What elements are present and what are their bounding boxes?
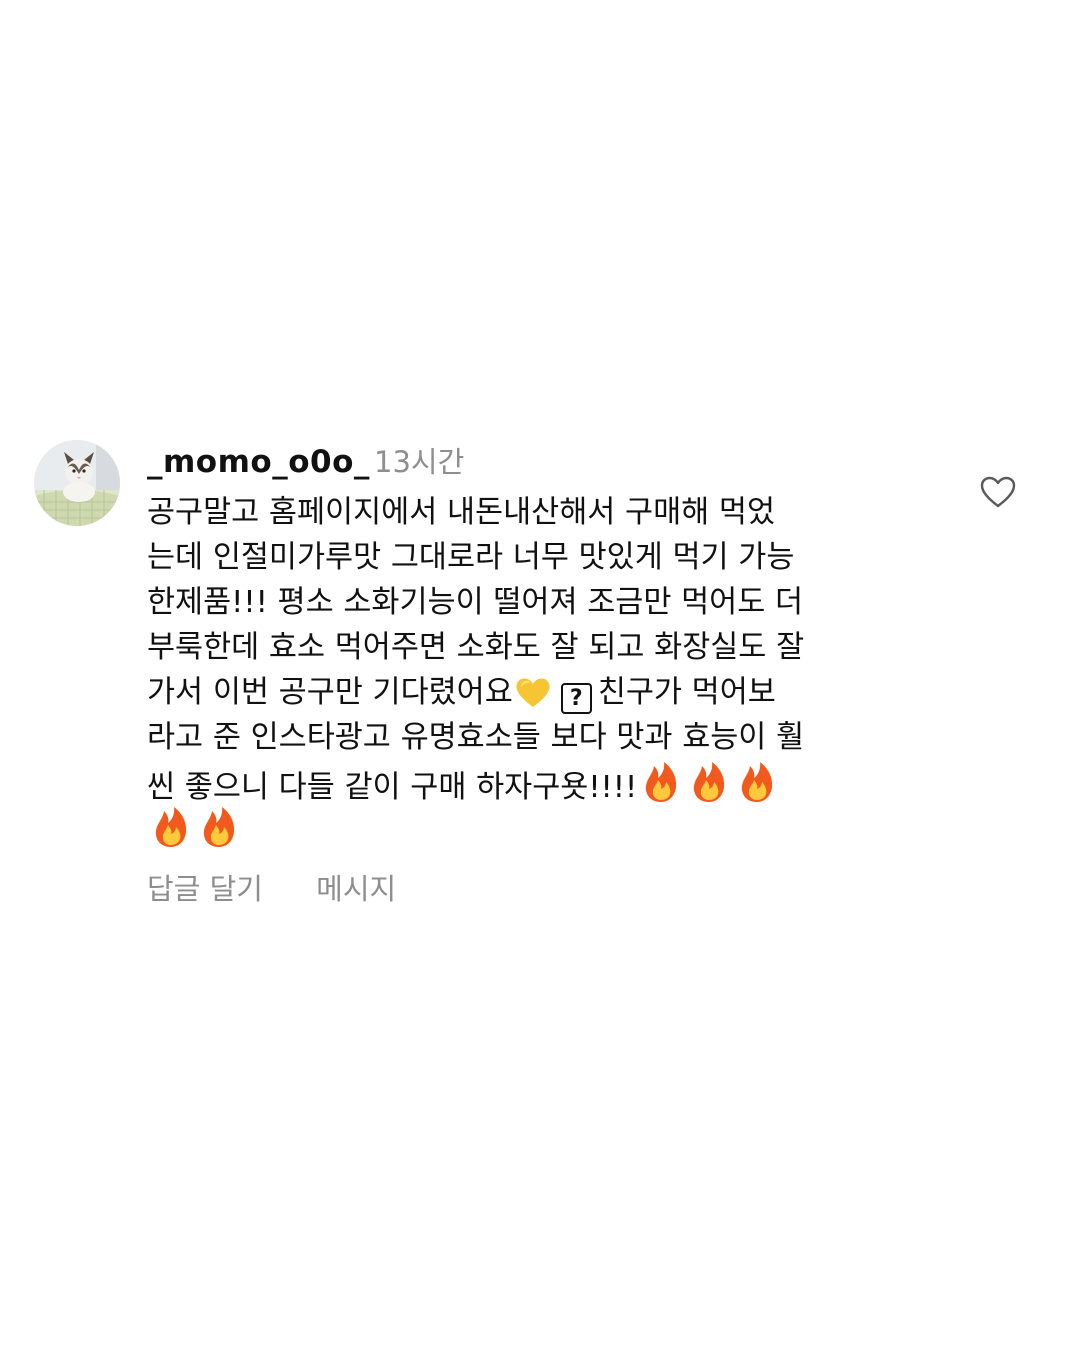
comment-text-segment: 친구가 먹어보 <box>597 675 776 710</box>
comment-line: 한제품!!! 평소 소화기능이 떨어져 조금만 먹어도 더 <box>147 585 804 620</box>
comment-line: 공구말고 홈페이지에서 내돈내산해서 구매해 먹었 <box>147 495 776 530</box>
comment-text-segment: 가서 이번 공구만 기다렸어요 <box>147 675 513 710</box>
comment-text-segment: 씬 좋으니 다들 같이 구매 하자구욧!!!! <box>147 770 638 805</box>
fire-emoji-icon <box>687 760 731 817</box>
fire-emoji-icon <box>149 805 193 862</box>
unknown-glyph-icon: ? <box>560 683 592 714</box>
comment-actions: 답글 달기 메시지 <box>147 869 396 909</box>
comment-line: 는데 인절미가루맛 그대로라 너무 맛있게 먹기 가능 <box>147 540 795 575</box>
username[interactable]: _momo_o0o_ <box>147 444 370 480</box>
comment-line: 라고 준 인스타광고 유명효소들 보다 맛과 효능이 훨 <box>147 720 805 755</box>
comment-line-with-emoji: 씬 좋으니 다들 같이 구매 하자구욧!!!! <box>147 760 947 805</box>
comment-item: _momo_o0o_ 13시간 공구말고 홈페이지에서 내돈내산해서 구매해 먹… <box>34 440 1046 920</box>
comment-line-with-emoji <box>147 805 947 850</box>
comment-body: 공구말고 홈페이지에서 내돈내산해서 구매해 먹었 는데 인절미가루맛 그대로라… <box>147 490 947 850</box>
fire-emoji-icon <box>639 760 683 817</box>
heart-icon[interactable] <box>980 476 1016 508</box>
timestamp: 13시간 <box>374 445 465 479</box>
reply-button[interactable]: 답글 달기 <box>147 872 263 906</box>
fire-emoji-icon <box>735 760 779 817</box>
comment-line: 부룩한데 효소 먹어주면 소화도 잘 되고 화장실도 잘 <box>147 630 805 665</box>
comment-line-with-emoji: 가서 이번 공구만 기다렸어요? 친구가 먹어보 <box>147 670 947 715</box>
avatar[interactable] <box>34 440 120 526</box>
fire-emoji-icon <box>197 805 241 862</box>
message-button[interactable]: 메시지 <box>316 872 396 906</box>
